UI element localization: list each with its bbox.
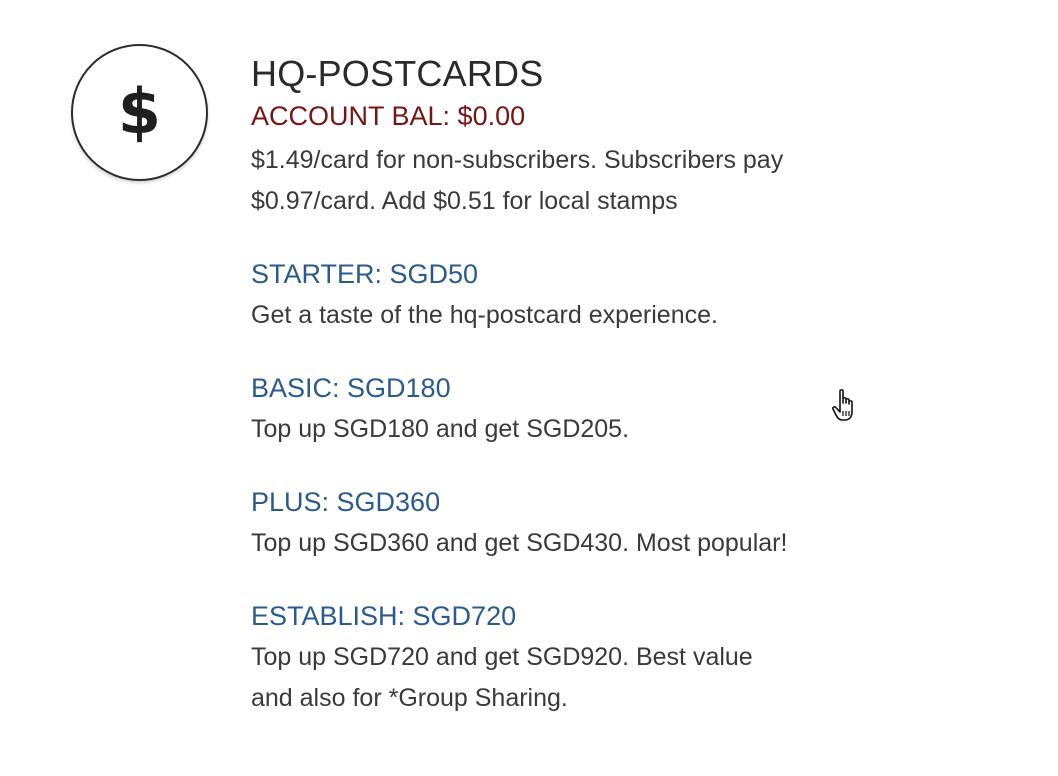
plan-establish-description-line-2: and also for *Group Sharing. [251, 684, 568, 712]
plan-establish-description: Top up SGD720 and get SGD920. Best value… [251, 637, 851, 719]
dollar-icon: $ [71, 44, 208, 181]
pricing-description: $1.49/card for non-subscribers. Subscrib… [251, 140, 951, 222]
plan-starter-title[interactable]: STARTER: SGD50 [251, 256, 951, 292]
dollar-icon-glyph: $ [117, 74, 162, 148]
page-title: HQ-POSTCARDS [251, 53, 544, 94]
plan-establish-description-line-1: Top up SGD720 and get SGD920. Best value [251, 643, 753, 671]
account-balance: ACCOUNT BAL: $0.00 [251, 101, 526, 131]
pricing-description-line-2: $0.97/card. Add $0.51 for local stamps [251, 187, 678, 215]
plan-plus[interactable]: PLUS: SGD360 Top up SGD360 and get SGD43… [251, 484, 951, 564]
plan-establish-title[interactable]: ESTABLISH: SGD720 [251, 598, 951, 634]
hand-pointer-icon [832, 389, 853, 421]
plan-plus-description: Top up SGD360 and get SGD430. Most popul… [251, 529, 788, 557]
plan-starter-description: Get a taste of the hq-postcard experienc… [251, 301, 718, 329]
pricing-description-line-1: $1.49/card for non-subscribers. Subscrib… [251, 146, 784, 174]
plan-starter[interactable]: STARTER: SGD50 Get a taste of the hq-pos… [251, 256, 951, 336]
topup-panel: $ HQ-POSTCARDS ACCOUNT BAL: $0.00 $1.49/… [0, 0, 1058, 776]
plan-establish[interactable]: ESTABLISH: SGD720 Top up SGD720 and get … [251, 598, 951, 719]
plan-plus-title[interactable]: PLUS: SGD360 [251, 484, 951, 520]
